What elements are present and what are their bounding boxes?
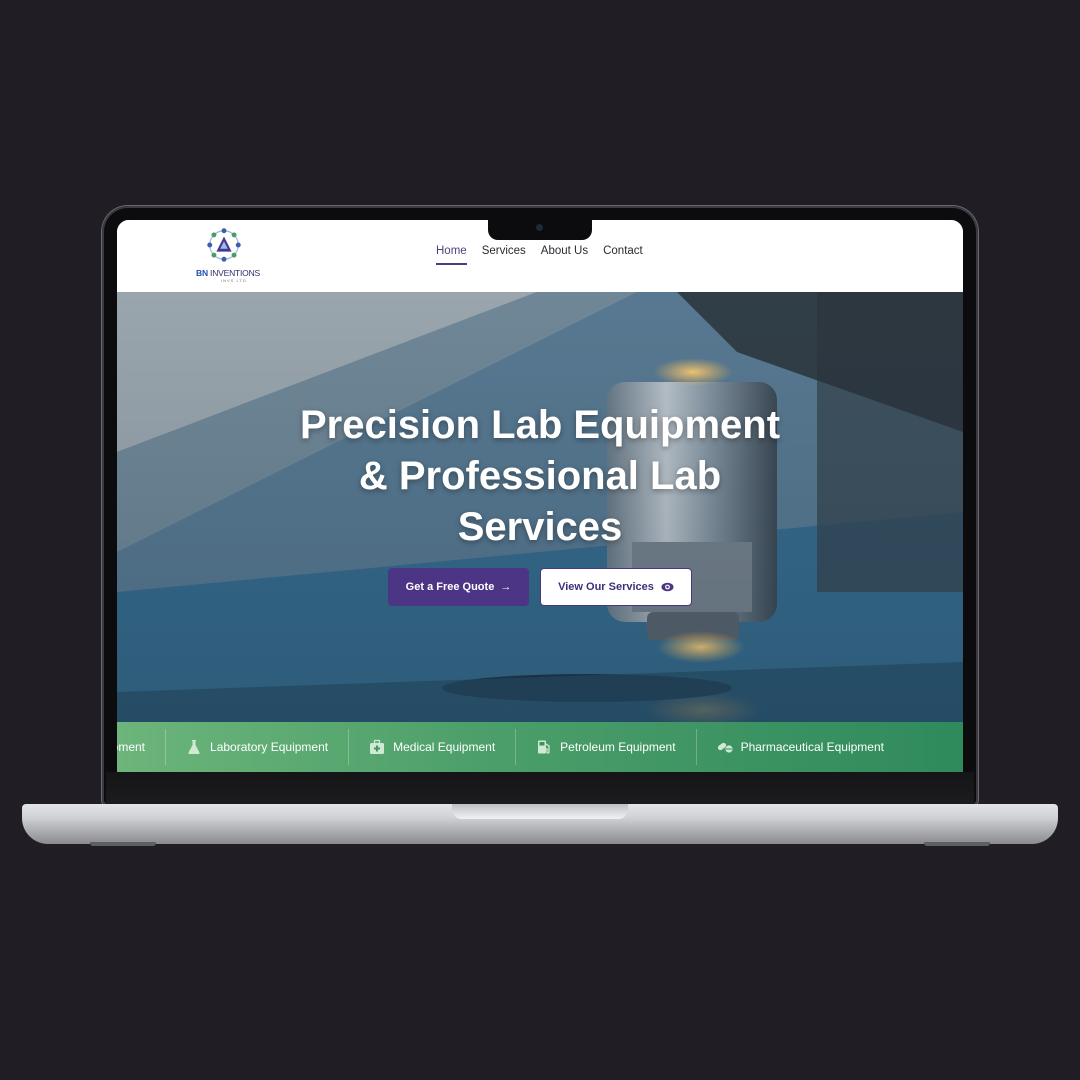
- screen-bottom-bezel: [106, 772, 974, 804]
- fuel-pump-icon: [538, 740, 550, 754]
- laptop-foot-left: [90, 842, 156, 846]
- browser-screen: BN INVENTIONS INVS LTD Home Services Abo…: [117, 220, 963, 772]
- category-strip: ipment Laboratory Equipment Medical Equi…: [117, 722, 963, 772]
- nav-contact[interactable]: Contact: [603, 245, 643, 263]
- nav-about-us[interactable]: About Us: [541, 245, 588, 263]
- pills-icon: [717, 742, 733, 753]
- get-quote-button[interactable]: Get a Free Quote →: [388, 568, 529, 606]
- category-petroleum-equipment[interactable]: Petroleum Equipment: [516, 729, 697, 765]
- arrow-right-icon: →: [500, 581, 512, 593]
- medical-kit-icon: [370, 739, 385, 754]
- category-item[interactable]: ipment: [117, 729, 167, 765]
- camera-icon: [536, 224, 543, 231]
- brand-tagline: INVS LTD: [221, 278, 247, 283]
- laptop-foot-right: [924, 842, 990, 846]
- brand-logo[interactable]: BN INVENTIONS INVS LTD: [193, 226, 263, 284]
- laptop-opening-lip: [452, 804, 628, 819]
- hero-title: Precision Lab Equipment & Professional L…: [299, 403, 781, 549]
- hero-section: Precision Lab Equipment & Professional L…: [117, 292, 963, 722]
- flask-icon: [188, 740, 200, 754]
- brand-name: BN INVENTIONS: [196, 268, 261, 278]
- logo-mark-icon: [207, 228, 241, 262]
- eye-icon: [661, 582, 674, 592]
- nav-home[interactable]: Home: [436, 245, 467, 265]
- view-services-button[interactable]: View Our Services: [540, 568, 692, 606]
- nav-services[interactable]: Services: [482, 245, 526, 263]
- category-pharmaceutical-equipment[interactable]: Pharmaceutical Equipment: [697, 729, 904, 765]
- category-laboratory-equipment[interactable]: Laboratory Equipment: [166, 729, 350, 765]
- main-nav: Home Services About Us Contact: [436, 245, 643, 265]
- category-medical-equipment[interactable]: Medical Equipment: [349, 729, 517, 765]
